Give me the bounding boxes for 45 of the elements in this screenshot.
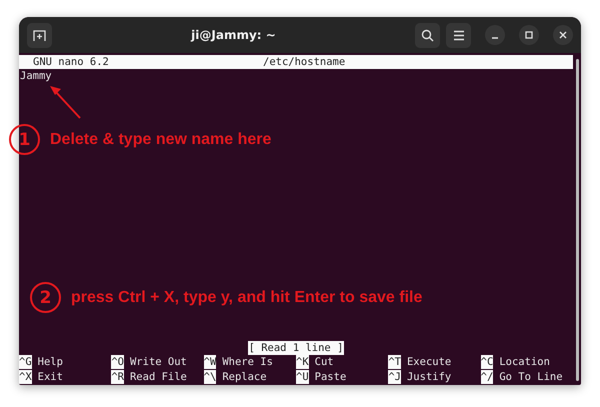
- shortcut-key: ^C: [480, 355, 494, 369]
- close-icon: [559, 31, 567, 39]
- shortcut-label: Go To Line: [499, 370, 563, 384]
- shortcut-key: ^\: [204, 370, 216, 384]
- shortcut-label: Read File: [130, 370, 187, 384]
- minimize-button[interactable]: [485, 25, 505, 45]
- menu-button[interactable]: [446, 22, 471, 48]
- shortcut-label: Paste: [314, 370, 346, 384]
- file-line: Jammy: [19, 69, 53, 83]
- scrollbar[interactable]: [576, 59, 578, 381]
- shortcut-label: Execute: [406, 355, 452, 369]
- annotation-text: Delete & type new name here: [50, 130, 272, 148]
- step-number: 1: [9, 124, 40, 155]
- new-tab-icon: [33, 28, 46, 42]
- shortcut-key: ^J: [388, 370, 401, 384]
- shortcut-key: ^U: [296, 370, 309, 384]
- new-tab-button[interactable]: [27, 22, 52, 48]
- nano-version: GNU nano 6.2: [33, 55, 110, 69]
- shortcut-key: ^T: [388, 355, 401, 369]
- shortcut-label: Help: [38, 355, 63, 369]
- shortcut-key: ^R: [111, 370, 124, 384]
- file-name: /etc/hostname: [263, 55, 346, 69]
- menu-icon: [452, 30, 464, 40]
- shortcut-key: ^/: [480, 370, 494, 384]
- maximize-button[interactable]: [519, 25, 539, 45]
- shortcut-key: ^G: [19, 355, 32, 369]
- shortcut-label: Exit: [38, 370, 63, 384]
- arrow: [50, 86, 81, 119]
- shortcut-key: ^K: [296, 355, 309, 369]
- window-title: ji@Jammy: ~: [190, 28, 277, 42]
- shortcut-label: Write Out: [130, 355, 187, 369]
- status-message: [ Read 1 line ]: [248, 341, 344, 355]
- shortcut-label: Location: [499, 355, 550, 369]
- shortcut-label: Replace: [222, 370, 267, 384]
- shortcut-label: Justify: [406, 370, 452, 384]
- shortcut-label: Where Is: [222, 355, 273, 369]
- maximize-icon: [525, 31, 533, 39]
- close-button[interactable]: [553, 25, 573, 45]
- shortcut-label: Cut: [314, 355, 334, 369]
- annotation-text: press Ctrl + X, type y, and hit Enter to save file: [71, 288, 422, 306]
- shortcut-key: ^X: [19, 370, 32, 384]
- step-number: 2: [30, 282, 61, 313]
- search-button[interactable]: [415, 22, 440, 48]
- shortcut-key: ^O: [111, 355, 124, 369]
- search-icon: [421, 28, 434, 42]
